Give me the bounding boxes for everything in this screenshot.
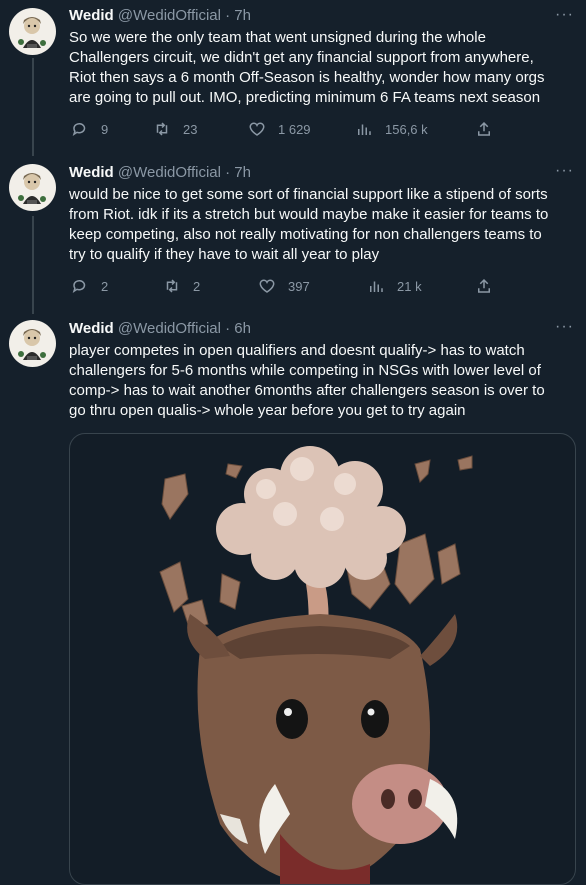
separator-dot: · (225, 7, 231, 24)
separator-dot: · (225, 320, 231, 337)
avatar-image-icon (18, 173, 46, 204)
retweet-count: 23 (183, 121, 198, 137)
tweet-text-line: try to qualify if they have to wait all … (69, 246, 380, 263)
tweet-text-line: So we were the only team that went unsig… (69, 29, 486, 46)
user-handle[interactable]: @WedidOfficial (118, 7, 221, 24)
tweet-text-line: Riot then says a 6 month Off-Season is h… (69, 69, 545, 86)
retweet-count: 2 (193, 278, 201, 294)
reply-count: 9 (101, 121, 109, 137)
timestamp[interactable]: 6h (234, 320, 251, 337)
tweet-text: So we were the only team that went unsig… (69, 28, 569, 108)
display-name[interactable]: Wedid (69, 320, 114, 337)
tweet-text: would be nice to get some sort of financ… (69, 185, 569, 265)
tweet-1[interactable]: Wedid @WedidOfficial · 7h ··· So we were… (0, 0, 586, 160)
tweet-2[interactable]: Wedid @WedidOfficial · 7h ··· would be n… (0, 160, 586, 316)
tweet-text-line: comp-> has to wait another 6months after… (69, 382, 545, 399)
exploding-head-boar-icon (159, 446, 473, 884)
tweet-text-line: go thru open qualis-> whole year before … (69, 402, 466, 419)
views-chart-icon (370, 281, 383, 292)
more-options-button[interactable]: ··· (555, 319, 574, 335)
share-button[interactable] (475, 120, 505, 138)
avatar-image-icon (18, 17, 46, 48)
avatar[interactable] (9, 164, 56, 211)
separator-dot: · (225, 164, 231, 181)
tweet-actions: 9 23 1 629 156,6 k (69, 120, 499, 140)
display-name[interactable]: Wedid (69, 7, 114, 24)
tweet-text-line: keep competing, also not really motivati… (69, 226, 542, 243)
views-button[interactable]: 21 k (367, 277, 422, 295)
views-chart-icon (358, 124, 371, 135)
retweet-button[interactable]: 2 (163, 277, 200, 295)
tweet-text-line: challengers for 5-6 months while competi… (69, 362, 541, 379)
avatar-image-icon (18, 329, 46, 360)
share-button[interactable] (475, 277, 505, 295)
like-button[interactable]: 397 (258, 277, 310, 295)
tweet-header: Wedid @WedidOfficial · 6h (69, 320, 251, 337)
tweet-text-line: are going to pull out. IMO, predicting m… (69, 89, 541, 106)
reply-button[interactable]: 2 (71, 277, 108, 295)
like-count: 397 (288, 278, 310, 294)
like-count: 1 629 (278, 121, 311, 137)
reply-icon (72, 123, 86, 136)
timestamp[interactable]: 7h (234, 7, 251, 24)
user-handle[interactable]: @WedidOfficial (118, 320, 221, 337)
heart-icon (259, 279, 275, 293)
retweet-icon (166, 279, 178, 293)
tweet-header: Wedid @WedidOfficial · 7h (69, 164, 251, 181)
avatar[interactable] (9, 8, 56, 55)
more-options-button[interactable]: ··· (555, 163, 574, 179)
views-button[interactable]: 156,6 k (355, 120, 428, 138)
tweet-actions: 2 2 397 21 k (69, 277, 499, 297)
tweet-text-line: player competes in open qualifiers and d… (69, 342, 525, 359)
retweet-icon (156, 122, 168, 136)
tweet-text-line: from Riot. idk if its a stretch but woul… (69, 206, 549, 223)
timestamp[interactable]: 7h (234, 164, 251, 181)
user-handle[interactable]: @WedidOfficial (118, 164, 221, 181)
reply-button[interactable]: 9 (71, 120, 108, 138)
display-name[interactable]: Wedid (69, 164, 114, 181)
avatar[interactable] (9, 320, 56, 367)
share-icon (478, 121, 490, 136)
views-count: 21 k (397, 278, 422, 294)
tweet-text-line: would be nice to get some sort of financ… (69, 186, 548, 203)
retweet-button[interactable]: 23 (153, 120, 197, 138)
reply-icon (72, 280, 86, 293)
share-icon (478, 278, 490, 293)
like-button[interactable]: 1 629 (248, 120, 311, 138)
more-options-button[interactable]: ··· (555, 7, 574, 23)
views-count: 156,6 k (385, 121, 428, 137)
tweet-header: Wedid @WedidOfficial · 7h (69, 7, 251, 24)
tweet-text-line: Challengers circuit, we didn't get any f… (69, 49, 534, 66)
heart-icon (249, 122, 265, 136)
reply-count: 2 (101, 278, 109, 294)
tweet-text: player competes in open qualifiers and d… (69, 341, 569, 421)
tweet-media-image[interactable] (69, 433, 576, 885)
